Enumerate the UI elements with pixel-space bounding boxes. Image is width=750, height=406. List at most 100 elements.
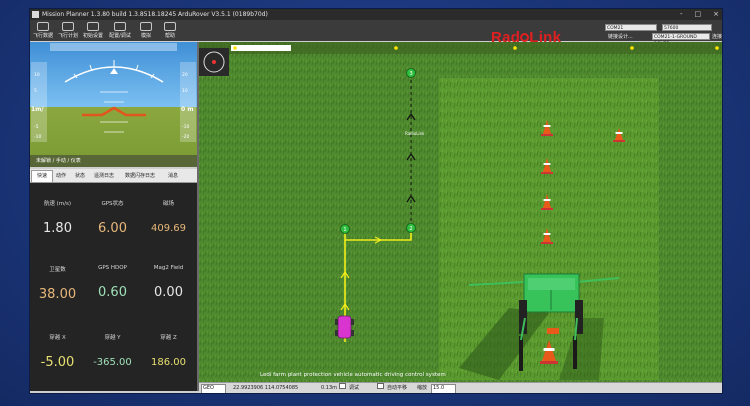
quick-cell[interactable]: GPS状态 6.00 (85, 199, 140, 236)
quick-cell-label: 穿越 Y (104, 335, 121, 341)
hud-speed-readout: 1m/ (31, 106, 44, 113)
info-tabs: 快速 动作 状态 遥测日志 数据闪存日志 消息 (30, 169, 197, 183)
auto-pan-label: 自动平移 (387, 385, 408, 391)
quick-cell-label: 穿越 Z (160, 335, 177, 341)
menu-flight-data[interactable]: 飞行数据 (31, 21, 55, 40)
hud-altitude-readout: 0 m (181, 106, 194, 113)
quick-cell-value: 0.00 (154, 285, 183, 300)
quick-cell-label: 卫星数 (49, 267, 66, 273)
app-logo-icon (32, 11, 39, 18)
connect-button[interactable]: 连接 (712, 33, 722, 40)
window-title: Mission Planner 1.3.80 build 1.3.8518.18… (42, 11, 268, 18)
map-type-select[interactable]: GEO (201, 384, 226, 393)
flight-data-icon (37, 22, 49, 31)
quick-cell[interactable]: Mag2 Field 0.00 (140, 265, 197, 300)
menu-simulation[interactable]: 模拟 (134, 21, 158, 40)
quick-values-panel: 航速 (m/s) 1.80 GPS状态 6.00 磁场 409.69 卫星数 3… (30, 183, 197, 391)
quick-cell-label: GPS状态 (101, 201, 124, 207)
svg-text:5: 5 (34, 88, 37, 94)
tab-messages[interactable]: 消息 (162, 171, 184, 182)
quick-cell-value: 409.69 (151, 223, 186, 234)
pitch-ladder (100, 91, 128, 133)
vehicle-photo (439, 78, 659, 380)
zoom-label: 缩放 (417, 385, 428, 391)
svg-text:20: 20 (182, 72, 188, 78)
map-status-bar: GEO 22.9923906 114.0754085 0.13m 调试 自动平移… (199, 382, 722, 393)
help-icon (164, 22, 176, 31)
tab-telemetry-logs[interactable]: 遥测日志 (90, 171, 118, 182)
quick-cell[interactable]: 穿越 X -5.00 (30, 333, 85, 370)
quick-cell[interactable]: 卫星数 38.00 (30, 265, 85, 302)
rover-marker-icon[interactable] (335, 315, 354, 339)
svg-text:1: 1 (343, 227, 347, 233)
photo-brand-label: RadioLink (405, 131, 425, 136)
quick-cell-value: -365.00 (93, 357, 132, 368)
map-view[interactable]: 1 2 3 RadioLink Ledi farm plant protecti… (199, 42, 722, 382)
port-select[interactable]: COM21 (605, 24, 657, 31)
svg-text:-10: -10 (34, 134, 41, 140)
auto-pan-checkbox[interactable] (377, 383, 384, 389)
quick-cell[interactable]: 穿越 Z 186.00 (140, 333, 197, 368)
waypoint-marker-2[interactable]: 2 (406, 223, 416, 233)
debug-checkbox[interactable] (339, 383, 346, 389)
initial-setup-icon (87, 22, 99, 31)
main-toolbar: 飞行数据 飞行计划 初始设置 配置/调试 模拟 帮助 Rad Link COM21… (30, 20, 722, 47)
tab-dataflash-logs[interactable]: 数据闪存日志 (119, 171, 161, 182)
hud-graphics: 10 5 -5 -10 20 10 -10 -20 (30, 43, 197, 167)
quick-cell-label: GPS HDOP (98, 265, 127, 271)
svg-text:-5: -5 (34, 124, 39, 130)
close-button[interactable]: × (713, 9, 719, 20)
zoom-stepper[interactable]: 15.0 (431, 384, 456, 393)
waypoint-marker-1[interactable]: 1 (340, 224, 350, 234)
tab-quick[interactable]: 快速 (31, 170, 53, 182)
svg-text:-10: -10 (182, 124, 189, 130)
quick-cell-value: 38.00 (38, 287, 77, 302)
quick-cell[interactable]: 磁场 409.69 (140, 199, 197, 234)
quick-cell-label: Mag2 Field (153, 265, 184, 271)
tab-actions[interactable]: 动作 (52, 171, 70, 182)
maximize-button[interactable]: □ (695, 9, 702, 20)
mission-planner-window: Mission Planner 1.3.80 build 1.3.8518.18… (29, 8, 723, 394)
title-bar: Mission Planner 1.3.80 build 1.3.8518.18… (30, 9, 722, 20)
cursor-coordinates: 22.9923906 114.0754085 (233, 385, 299, 391)
video-caption: Ledi farm plant protection vehicle autom… (260, 372, 446, 378)
link-stats-link[interactable]: 链接设计... (608, 33, 633, 40)
flight-plan-icon (62, 22, 74, 31)
svg-text:10: 10 (182, 88, 188, 94)
config-tuning-icon (114, 22, 126, 31)
link-target-select[interactable]: COM21-1-GROUND ROVER (652, 33, 710, 47)
roll-pointer-icon (110, 68, 118, 74)
menu-flight-plan[interactable]: 飞行计划 (56, 21, 80, 40)
svg-text:-20: -20 (182, 134, 189, 140)
minimize-button[interactable]: - (680, 9, 683, 20)
svg-text:3: 3 (409, 71, 413, 77)
tab-status[interactable]: 状态 (71, 171, 89, 182)
hud-status-text: 未解锁 / 手动 / 仪表 (36, 158, 81, 164)
quick-cell[interactable]: GPS HDOP 0.60 (85, 265, 140, 300)
menu-help[interactable]: 帮助 (158, 21, 182, 40)
quick-cell-label: 航速 (m/s) (43, 201, 72, 207)
hud-panel: 10 5 -5 -10 20 10 -10 -20 1m/ 0 m 未解锁 / 手动 / 仪… (30, 42, 197, 167)
quick-cell[interactable]: 航速 (m/s) 1.80 (30, 199, 85, 236)
simulation-icon (140, 22, 152, 31)
compass-icon[interactable] (199, 48, 229, 76)
menu-config-tuning[interactable]: 配置/调试 (108, 21, 132, 40)
debug-checkbox-label: 调试 (349, 385, 360, 391)
waypoint-marker-3[interactable]: 3 (406, 68, 416, 78)
vehicle-photo-overlay (439, 78, 659, 380)
baud-select[interactable]: 57600 (662, 24, 712, 31)
cursor-altitude: 0.13m (321, 385, 338, 391)
aircraft-symbol-icon (82, 106, 146, 117)
menu-initial-setup[interactable]: 初始设置 (81, 21, 105, 40)
tape-ticks: 10 5 -5 -10 20 10 -10 -20 (34, 72, 189, 140)
quick-cell-value: 6.00 (98, 221, 127, 236)
quick-cell-value: 186.00 (151, 357, 186, 368)
quick-cell-value: -5.00 (40, 355, 75, 370)
quick-cell-value: 1.80 (43, 221, 72, 236)
quick-cell-label: 穿越 X (49, 335, 66, 341)
svg-text:2: 2 (409, 226, 413, 232)
quick-cell-label: 磁场 (162, 201, 174, 207)
map-progress-bar (231, 45, 291, 51)
quick-cell-value: 0.60 (98, 285, 127, 300)
quick-cell[interactable]: 穿越 Y -365.00 (85, 333, 140, 368)
